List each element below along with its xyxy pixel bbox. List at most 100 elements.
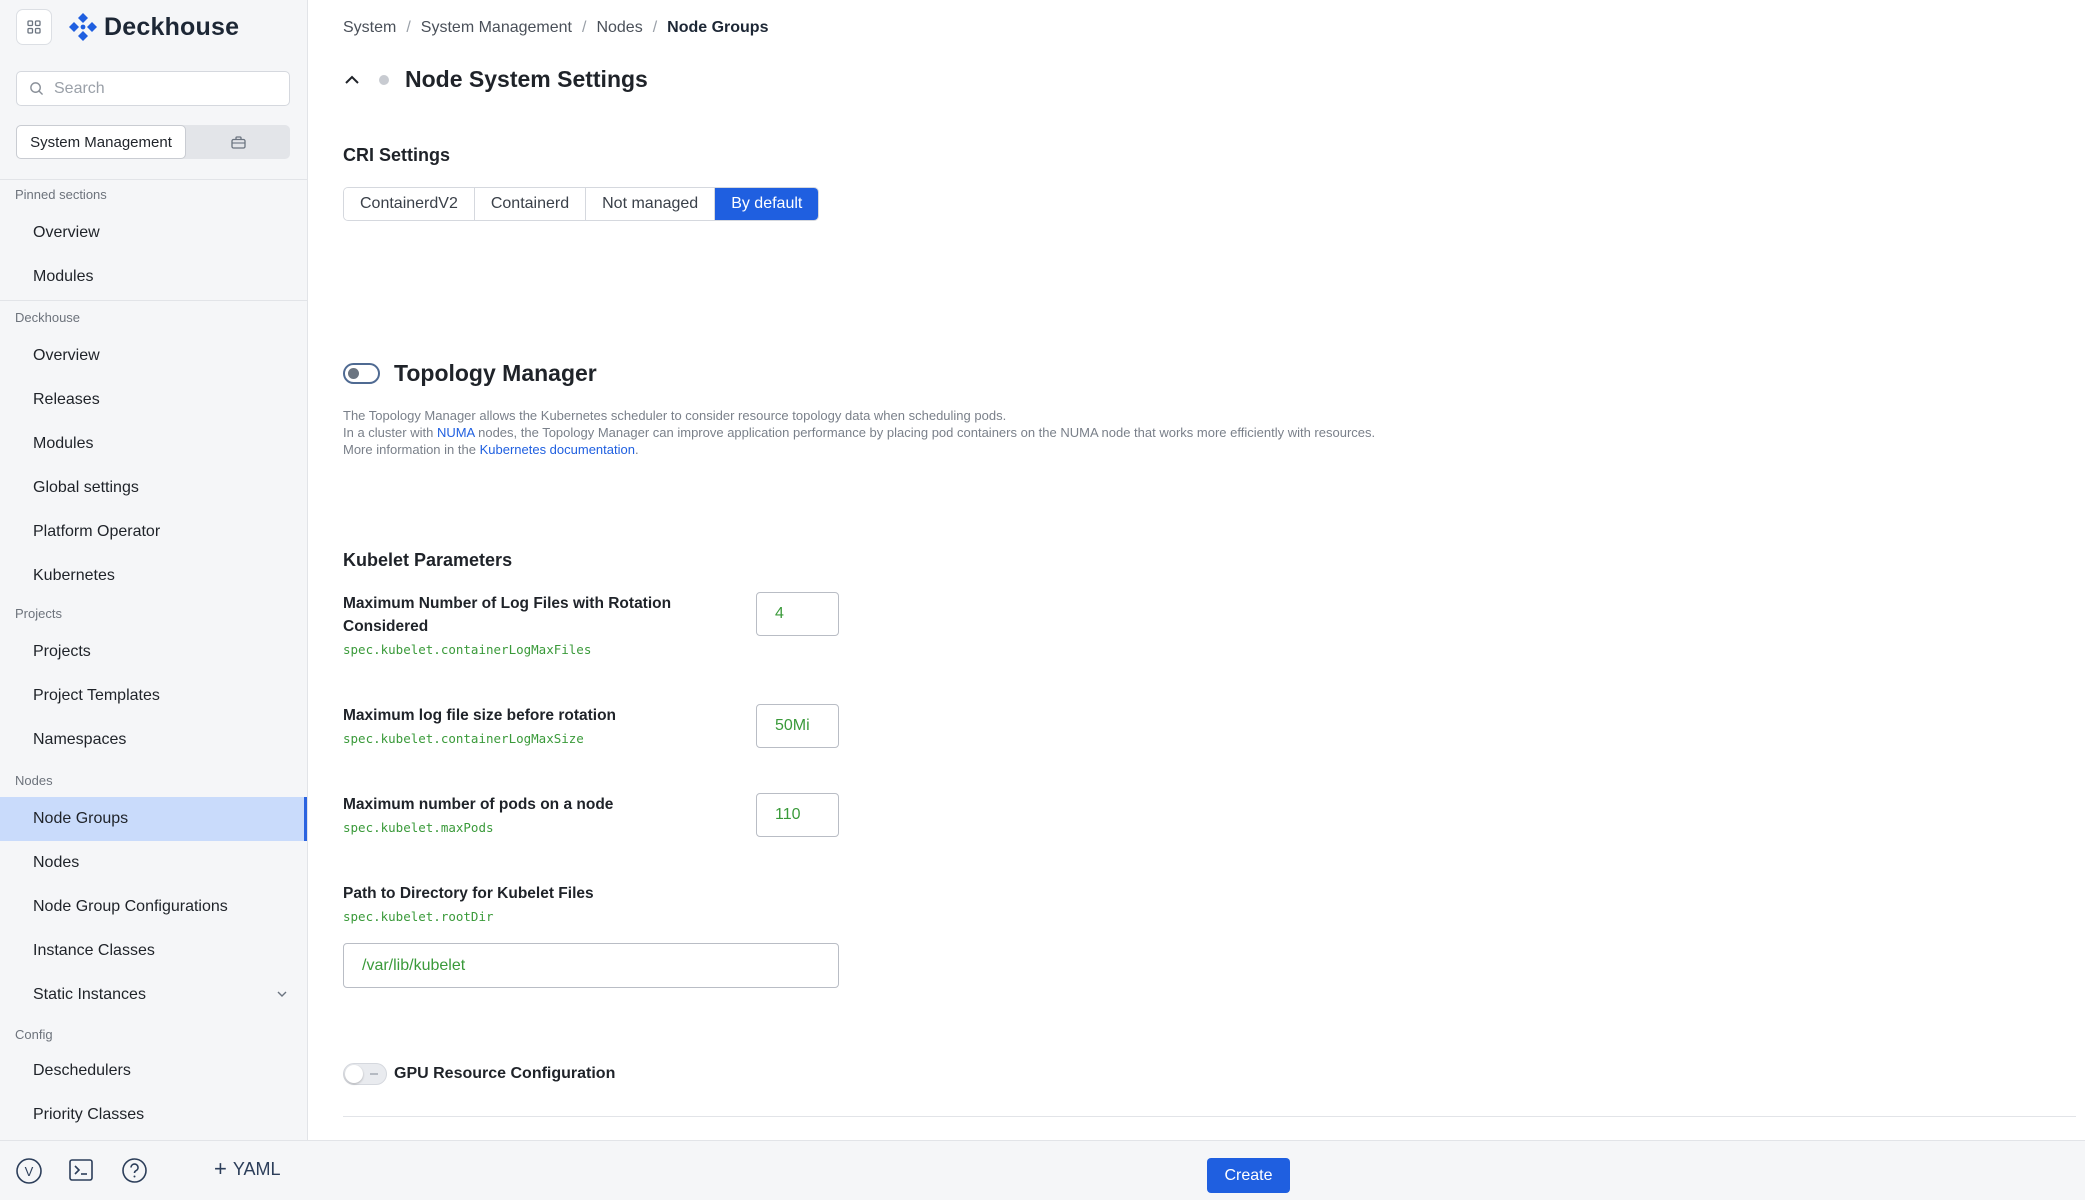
- log-max-size-path: spec.kubelet.containerLogMaxSize: [343, 731, 584, 746]
- nav-section-title: Deckhouse: [15, 310, 81, 325]
- nav-section-title: Projects: [15, 606, 62, 621]
- context-system-management[interactable]: System Management: [16, 125, 186, 159]
- log-max-files-path: spec.kubelet.containerLogMaxFiles: [343, 642, 592, 657]
- gpu-resource-toggle[interactable]: [343, 1063, 387, 1085]
- sidebar-item-pinned-overview[interactable]: Overview: [0, 211, 307, 255]
- root-dir-label: Path to Directory for Kubelet Files: [343, 885, 594, 902]
- sidebar-divider: [0, 179, 308, 180]
- gpu-resource-label: GPU Resource Configuration: [394, 1065, 616, 1082]
- create-button[interactable]: Create: [1207, 1158, 1290, 1193]
- topology-manager-header: Topology Manager: [343, 360, 597, 387]
- status-dot: [379, 74, 389, 85]
- sidebar-item-pinned-modules[interactable]: Modules: [0, 255, 307, 299]
- max-pods-path: spec.kubelet.maxPods: [343, 820, 494, 835]
- sidebar-search[interactable]: [16, 71, 290, 106]
- sidebar: Deckhouse System Management Pinned secti…: [0, 0, 308, 1200]
- sidebar-item-deschedulers[interactable]: Deschedulers: [0, 1049, 307, 1093]
- cri-option-not-managed[interactable]: Not managed: [586, 188, 716, 220]
- page-title: Node System Settings: [405, 66, 648, 92]
- yaml-label: YAML: [232, 1158, 281, 1179]
- desc-text: More information in the: [343, 442, 480, 457]
- nav-section-title: Config: [15, 1027, 53, 1042]
- search-icon: [30, 82, 43, 95]
- log-max-files-label: Maximum Number of Log Files with Rotatio…: [343, 595, 672, 635]
- topology-desc-line3: More information in the Kubernetes docum…: [343, 441, 1375, 458]
- max-pods-input[interactable]: 110: [756, 793, 839, 837]
- chevron-up-icon[interactable]: [343, 71, 361, 89]
- log-max-files-input[interactable]: 4: [756, 592, 839, 636]
- sidebar-item-nodes[interactable]: Nodes: [0, 841, 307, 885]
- topology-desc-line2: In a cluster with NUMA nodes, the Topolo…: [343, 424, 1375, 441]
- kubernetes-docs-link[interactable]: Kubernetes documentation: [480, 442, 635, 457]
- sidebar-item-node-group-configurations[interactable]: Node Group Configurations: [0, 885, 307, 929]
- briefcase-icon: [230, 135, 246, 149]
- terminal-icon[interactable]: [68, 1157, 94, 1183]
- cri-segmented-control: ContainerdV2 Containerd Not managed By d…: [343, 187, 820, 221]
- sidebar-item-platform-operator[interactable]: Platform Operator: [0, 510, 307, 554]
- numa-link[interactable]: NUMA: [437, 425, 475, 440]
- sidebar-item-projects[interactable]: Projects: [0, 630, 307, 674]
- sidebar-item-releases[interactable]: Releases: [0, 378, 307, 422]
- brand-row: Deckhouse: [16, 9, 239, 45]
- cri-option-containerdv2[interactable]: ContainerdV2: [344, 188, 475, 220]
- topology-manager-title: Topology Manager: [394, 360, 597, 386]
- sidebar-item-static-instances[interactable]: Static Instances: [0, 973, 307, 1017]
- section-header: Node System Settings: [343, 66, 648, 93]
- max-pods-label: Maximum number of pods on a node: [343, 796, 614, 813]
- add-yaml-button[interactable]: + YAML: [214, 1158, 281, 1180]
- context-projects[interactable]: [186, 125, 290, 159]
- toggle-off-mark: [370, 1073, 378, 1075]
- log-max-size-input[interactable]: 50Mi: [756, 704, 839, 748]
- topology-manager-toggle[interactable]: [343, 363, 380, 384]
- app-name: Deckhouse: [104, 12, 240, 41]
- breadcrumb: System / System Management / Nodes / Nod…: [343, 19, 768, 37]
- user-avatar-icon[interactable]: V: [15, 1157, 43, 1185]
- breadcrumb-system[interactable]: System: [343, 19, 396, 37]
- main-content: System / System Management / Nodes / Nod…: [308, 0, 2085, 1200]
- apps-grid-icon: [27, 20, 41, 34]
- cri-option-by-default[interactable]: By default: [715, 188, 819, 220]
- chevron-down-icon[interactable]: [275, 987, 289, 1001]
- nav-section-title: Pinned sections: [15, 187, 107, 202]
- kubelet-parameters-heading: Kubelet Parameters: [343, 550, 513, 570]
- breadcrumb-separator: /: [581, 19, 587, 36]
- sidebar-item-priority-classes[interactable]: Priority Classes: [0, 1093, 307, 1137]
- sidebar-item-kubernetes[interactable]: Kubernetes: [0, 554, 307, 598]
- nav-section-title: Nodes: [15, 773, 53, 788]
- root-dir-input[interactable]: /var/lib/kubelet: [343, 943, 839, 988]
- context-switcher: System Management: [16, 125, 290, 159]
- cri-option-containerd[interactable]: Containerd: [474, 188, 587, 220]
- form-footer: Create: [308, 1140, 2085, 1200]
- sidebar-item-node-groups[interactable]: Node Groups: [0, 797, 307, 841]
- root-dir-path: spec.kubelet.rootDir: [343, 909, 494, 924]
- sidebar-divider: [0, 300, 308, 301]
- log-max-size-label: Maximum log file size before rotation: [343, 707, 617, 724]
- cri-settings-heading: CRI Settings: [343, 145, 451, 165]
- sidebar-item-overview[interactable]: Overview: [0, 334, 307, 378]
- help-icon[interactable]: [121, 1157, 148, 1184]
- gpu-resource-row: GPU Resource Configuration: [343, 1063, 615, 1085]
- sidebar-item-project-templates[interactable]: Project Templates: [0, 674, 307, 718]
- desc-text: nodes, the Topology Manager can improve …: [474, 425, 1376, 440]
- plus-icon: +: [214, 1156, 227, 1181]
- breadcrumb-node-groups: Node Groups: [667, 19, 769, 36]
- sidebar-item-global-settings[interactable]: Global settings: [0, 466, 307, 510]
- sidebar-item-instance-classes[interactable]: Instance Classes: [0, 929, 307, 973]
- deckhouse-logo-icon: [69, 13, 97, 41]
- desc-text: .: [634, 442, 639, 457]
- sidebar-item-label: Static Instances: [33, 986, 146, 1003]
- breadcrumb-separator: /: [652, 19, 658, 36]
- breadcrumb-nodes[interactable]: Nodes: [596, 19, 642, 37]
- apps-grid-button[interactable]: [16, 9, 52, 45]
- sidebar-item-modules[interactable]: Modules: [0, 422, 307, 466]
- breadcrumb-separator: /: [406, 19, 411, 36]
- breadcrumb-system-management[interactable]: System Management: [421, 19, 572, 37]
- sidebar-bottom-bar: V + YAML: [0, 1140, 308, 1200]
- user-initial: V: [25, 1164, 34, 1179]
- deckhouse-logo[interactable]: Deckhouse: [68, 12, 239, 42]
- desc-text: In a cluster with: [343, 425, 437, 440]
- topology-manager-description: The Topology Manager allows the Kubernet…: [343, 407, 1375, 458]
- sidebar-item-namespaces[interactable]: Namespaces: [0, 718, 307, 762]
- search-input[interactable]: [54, 79, 274, 98]
- topology-desc-line1: The Topology Manager allows the Kubernet…: [343, 408, 1007, 423]
